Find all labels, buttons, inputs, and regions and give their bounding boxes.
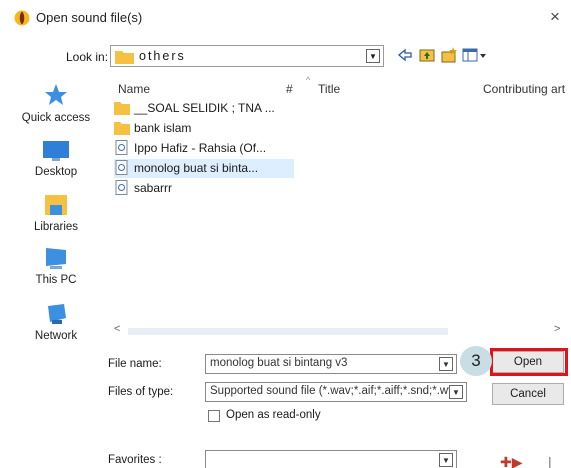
view-menu-icon[interactable] (462, 46, 488, 64)
list-item-audio[interactable]: sabarrr (114, 179, 274, 198)
up-folder-icon[interactable] (418, 46, 436, 64)
new-folder-icon[interactable] (440, 46, 458, 64)
file-name-value: monolog buat si bintang v3 (210, 357, 348, 369)
remove-favorite-icon[interactable]: | (548, 454, 552, 468)
list-item-folder[interactable]: bank islam (114, 119, 274, 138)
network-icon (48, 304, 66, 324)
cancel-button[interactable]: Cancel (492, 383, 564, 405)
list-item-label: __SOAL SELIDIK ; TNA ... (134, 101, 275, 115)
place-label: Network (34, 330, 78, 342)
chevron-down-icon[interactable]: ▼ (366, 49, 380, 63)
file-name-input[interactable]: monolog buat si bintang v3 ▼ (205, 354, 457, 374)
add-favorite-icon[interactable]: ✚▶ (500, 454, 523, 468)
column-header-number[interactable]: # (286, 82, 293, 96)
place-network[interactable]: Network (16, 302, 96, 342)
list-item-label: Ippo Hafiz - Rahsia (Of... (134, 141, 267, 155)
window-title: Open sound file(s) (36, 10, 143, 25)
app-icon (14, 10, 30, 26)
title-bar: Open sound file(s) × (0, 0, 571, 34)
place-label: Libraries (33, 221, 79, 233)
audio-file-icon (115, 140, 128, 155)
read-only-label: Open as read-only (226, 409, 321, 421)
audio-file-icon (115, 160, 128, 175)
this-pc-icon (46, 248, 66, 269)
file-list[interactable]: ^ Name # Title Contributing art __SOAL S… (106, 75, 568, 343)
place-label: This PC (35, 274, 77, 286)
scrollbar-thumb[interactable] (128, 328, 448, 335)
look-in-label: Look in: (66, 50, 109, 64)
back-icon[interactable] (396, 46, 414, 64)
list-item-audio[interactable]: Ippo Hafiz - Rahsia (Of... (114, 139, 274, 158)
open-button-highlight (490, 348, 568, 376)
scroll-right-icon[interactable]: > (554, 323, 560, 335)
favorites-dropdown[interactable]: ▼ (205, 450, 457, 468)
libraries-icon (45, 195, 67, 215)
folder-icon (115, 51, 134, 64)
star-icon (45, 84, 67, 105)
sort-caret-icon: ^ (306, 75, 311, 85)
horizontal-scrollbar[interactable]: < > (106, 323, 568, 340)
place-label: Desktop (34, 166, 78, 178)
close-button[interactable]: × (546, 7, 564, 27)
step-badge: 3 (460, 346, 492, 376)
folder-icon (114, 102, 130, 115)
list-item-folder[interactable]: __SOAL SELIDIK ; TNA ... (114, 99, 275, 118)
place-libraries[interactable]: Libraries (16, 193, 96, 233)
place-label: Quick access (21, 112, 91, 124)
audio-file-icon (115, 180, 128, 195)
list-item-label: sabarrr (134, 181, 173, 195)
list-item-label: monolog buat si binta... (134, 161, 259, 175)
folder-icon (114, 122, 130, 135)
look-in-value: others (139, 49, 186, 63)
file-type-dropdown[interactable]: Supported sound file (*.wav;*.aif;*.aiff… (205, 382, 467, 402)
column-header-title[interactable]: Title (318, 82, 340, 96)
desktop-icon (43, 141, 69, 161)
read-only-checkbox[interactable] (208, 410, 220, 422)
column-header-name[interactable]: Name (118, 82, 150, 96)
column-header-contributing-artist[interactable]: Contributing art (483, 82, 565, 96)
place-this-pc[interactable]: This PC (16, 246, 96, 286)
list-item-audio-selected[interactable]: monolog buat si binta... (114, 159, 294, 178)
file-type-value: Supported sound file (*.wav;*.aif;*.aiff… (210, 385, 454, 397)
place-desktop[interactable]: Desktop (16, 140, 96, 178)
chevron-down-icon[interactable]: ▼ (449, 385, 463, 399)
look-in-dropdown[interactable]: others ▼ (110, 45, 384, 67)
scroll-left-icon[interactable]: < (114, 323, 120, 335)
favorites-label: Favorites : (108, 454, 162, 466)
place-quick-access[interactable]: Quick access (16, 82, 96, 124)
file-type-label: Files of type: (108, 386, 174, 398)
chevron-down-icon[interactable]: ▼ (439, 357, 453, 371)
file-name-label: File name: (108, 358, 162, 370)
list-item-label: bank islam (134, 121, 192, 135)
chevron-down-icon[interactable]: ▼ (439, 453, 453, 467)
